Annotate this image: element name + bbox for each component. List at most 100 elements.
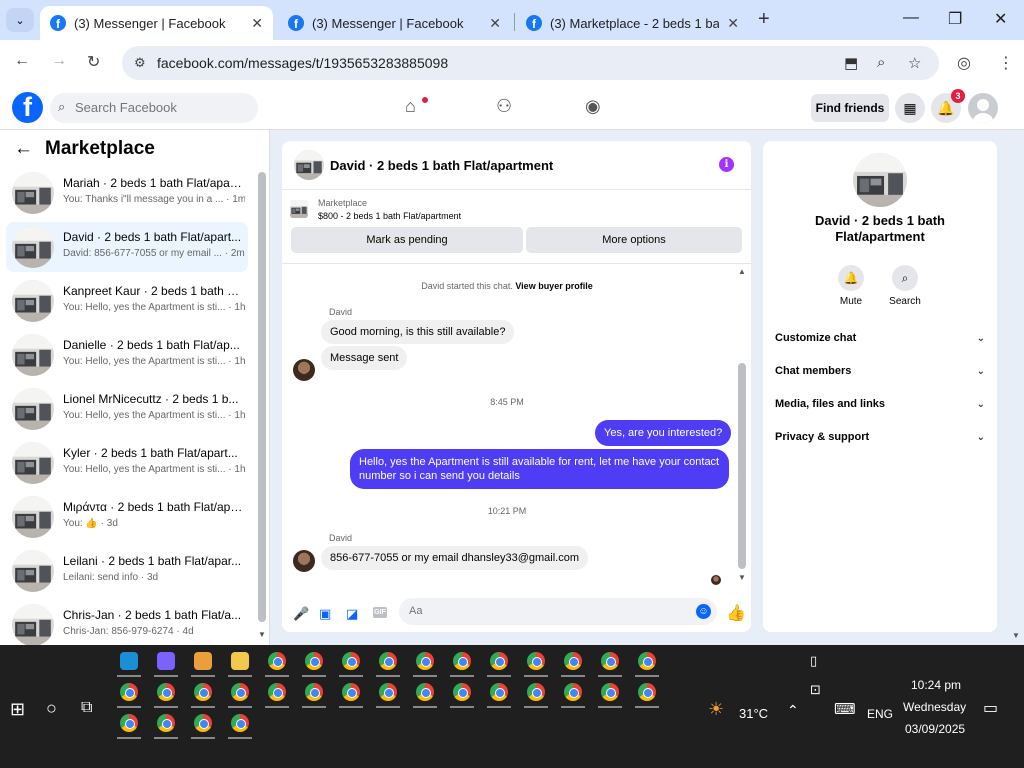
listing-profile-picture[interactable] <box>853 153 907 207</box>
chrome-icon[interactable] <box>305 683 323 701</box>
conversation-thumbnail[interactable] <box>294 150 324 180</box>
chat-list-item[interactable]: Μιράντα · 2 beds 1 bath Flat/apa... You: … <box>6 492 248 542</box>
search-action[interactable]: ⌕ Search <box>880 265 930 307</box>
photo-icon[interactable]: ▣ <box>319 606 331 622</box>
chat-list-item[interactable]: David · 2 beds 1 bath Flat/apart... David… <box>6 222 248 272</box>
message-bubble-incoming[interactable]: 856-677-7055 or my email dhansley33@gmai… <box>321 546 589 570</box>
friends-icon[interactable]: ⚇ <box>496 96 512 117</box>
menu-grid-icon[interactable]: ▦ <box>895 93 925 123</box>
profile-icon[interactable]: ◎ <box>957 53 971 73</box>
facebook-logo-icon[interactable]: f <box>12 92 43 123</box>
facebook-search-input[interactable] <box>75 100 245 115</box>
weather-icon[interactable]: ☀ <box>708 699 724 720</box>
microphone-icon[interactable]: 🎤 <box>293 606 309 622</box>
network-icon[interactable]: ⊡ <box>810 682 821 698</box>
chrome-icon[interactable] <box>194 714 212 732</box>
browser-tab-3[interactable]: f (3) Marketplace - 2 beds 1 bath ✕ <box>516 6 749 40</box>
reload-icon[interactable]: ↻ <box>87 52 100 72</box>
mute-action[interactable]: 🔔 Mute <box>826 265 876 307</box>
sticker-icon[interactable]: ◪ <box>346 606 358 622</box>
chrome-icon[interactable] <box>527 683 545 701</box>
chat-list-scrollbar[interactable] <box>258 172 266 622</box>
scroll-down-arrow-icon[interactable]: ▼ <box>258 630 266 639</box>
bookmark-star-icon[interactable]: ☆ <box>908 54 921 72</box>
chrome-icon[interactable] <box>453 683 471 701</box>
chrome-icon[interactable] <box>342 683 360 701</box>
chrome-icon[interactable] <box>120 683 138 701</box>
language-indicator[interactable]: ENG <box>867 707 893 721</box>
new-tab-plus-icon[interactable]: + <box>758 8 770 31</box>
customize-chat-section[interactable]: Customize chat ⌄ <box>775 327 985 349</box>
address-bar[interactable]: ⚙ facebook.com/messages/t/19356532838850… <box>122 46 939 80</box>
clock-date[interactable]: 03/09/2025 <box>905 722 965 736</box>
sender-avatar[interactable] <box>293 550 315 572</box>
chrome-icon[interactable] <box>453 652 471 670</box>
message-bubble-incoming[interactable]: Good morning, is this still available? <box>321 320 515 344</box>
chrome-icon[interactable] <box>379 683 397 701</box>
chat-list-item[interactable]: Mariah · 2 beds 1 bath Flat/apar... You: … <box>6 168 248 218</box>
chrome-icon[interactable] <box>564 652 582 670</box>
message-input[interactable] <box>409 605 679 617</box>
account-avatar[interactable] <box>968 93 998 123</box>
copilot-icon[interactable] <box>157 652 175 670</box>
scroll-up-arrow-icon[interactable]: ▲ <box>738 267 746 276</box>
facebook-search[interactable]: ⌕ <box>50 93 258 123</box>
groups-icon[interactable]: ◉ <box>585 96 601 117</box>
chat-list-item[interactable]: Leilani · 2 beds 1 bath Flat/apar... Leil… <box>6 546 248 596</box>
browser-tab-2[interactable]: f (3) Messenger | Facebook ✕ <box>278 6 511 40</box>
chevron-up-icon[interactable]: ⌃ <box>787 702 799 719</box>
task-view-icon[interactable]: ⧉ <box>81 699 92 717</box>
listing-title[interactable]: $800 - 2 beds 1 bath Flat/apartment <box>318 211 461 221</box>
message-bubble-outgoing[interactable]: Yes, are you interested? <box>595 420 732 446</box>
chrome-icon[interactable] <box>416 652 434 670</box>
keyboard-icon[interactable]: ⌨ <box>834 700 856 718</box>
close-tab-icon[interactable]: ✕ <box>727 15 739 32</box>
chat-list-item[interactable]: Lionel MrNicecuttz · 2 beds 1 b... You: H… <box>6 384 248 434</box>
chat-members-section[interactable]: Chat members ⌄ <box>775 360 985 382</box>
find-friends-button[interactable]: Find friends <box>811 94 889 122</box>
close-tab-icon[interactable]: ✕ <box>251 15 263 32</box>
home-icon[interactable]: ⌂ <box>405 96 416 117</box>
chrome-icon[interactable] <box>638 683 656 701</box>
windows-start-icon[interactable]: ⊞ <box>10 699 25 720</box>
chrome-icon[interactable] <box>157 683 175 701</box>
media-files-links-section[interactable]: Media, files and links ⌄ <box>775 393 985 415</box>
chrome-icon[interactable] <box>379 652 397 670</box>
chrome-icon[interactable] <box>157 714 175 732</box>
chrome-icon[interactable] <box>231 714 249 732</box>
chrome-icon[interactable] <box>416 683 434 701</box>
page-scroll-down-arrow-icon[interactable]: ▼ <box>1012 631 1020 640</box>
chrome-icon[interactable] <box>601 683 619 701</box>
search-icon[interactable]: ⌕ <box>892 265 918 291</box>
back-arrow-icon[interactable]: ← <box>14 138 33 160</box>
chrome-icon[interactable] <box>490 652 508 670</box>
info-icon[interactable]: i <box>719 157 734 172</box>
chat-list-item[interactable]: Kyler · 2 beds 1 bath Flat/apart... You: … <box>6 438 248 488</box>
chrome-icon[interactable] <box>342 652 360 670</box>
temperature[interactable]: 31°C <box>739 706 768 721</box>
clock-day[interactable]: Wednesday <box>903 700 966 714</box>
restore-icon[interactable]: ❐ <box>948 9 962 29</box>
bell-icon[interactable]: 🔔 <box>838 265 864 291</box>
more-options-button[interactable]: More options <box>526 227 742 253</box>
conversation-title[interactable]: David · 2 beds 1 bath Flat/apartment <box>330 158 553 173</box>
close-tab-icon[interactable]: ✕ <box>489 15 501 32</box>
install-app-icon[interactable]: ⬒ <box>844 54 858 72</box>
message-bubble-incoming[interactable]: Message sent <box>321 346 408 370</box>
gif-icon[interactable]: GIF <box>373 607 387 618</box>
phone-link-icon[interactable]: ▯ <box>810 653 817 669</box>
file-explorer-icon[interactable] <box>231 652 249 670</box>
chrome-icon[interactable] <box>120 714 138 732</box>
chrome-icon[interactable] <box>194 683 212 701</box>
chat-list-item[interactable]: Danielle · 2 beds 1 bath Flat/ap... You: … <box>6 330 248 380</box>
minimize-icon[interactable]: — <box>903 9 919 27</box>
zoom-icon[interactable]: ⌕ <box>877 54 885 71</box>
privacy-support-section[interactable]: Privacy & support ⌄ <box>775 426 985 448</box>
chrome-icon[interactable] <box>268 683 286 701</box>
site-info-icon[interactable]: ⚙ <box>134 55 146 71</box>
mark-as-pending-button[interactable]: Mark as pending <box>291 227 523 253</box>
chrome-icon[interactable] <box>305 652 323 670</box>
conversation-scrollbar[interactable] <box>738 363 746 569</box>
scroll-down-arrow-icon[interactable]: ▼ <box>738 573 746 582</box>
listing-thumbnail[interactable] <box>290 200 308 218</box>
